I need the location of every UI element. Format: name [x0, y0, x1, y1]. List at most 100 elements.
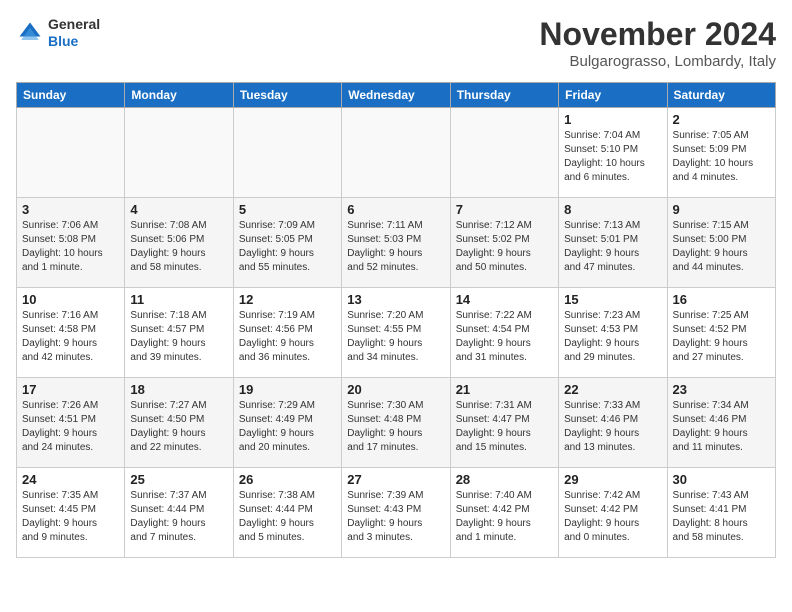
calendar-day-cell: [450, 108, 558, 198]
day-info: Sunrise: 7:25 AM Sunset: 4:52 PM Dayligh…: [673, 309, 770, 365]
calendar-day-cell: 20 Sunrise: 7:30 AM Sunset: 4:48 PM Dayli…: [342, 378, 450, 468]
day-info: Sunrise: 7:35 AM Sunset: 4:45 PM Dayligh…: [22, 489, 119, 545]
calendar-day-cell: 4 Sunrise: 7:08 AM Sunset: 5:06 PM Daylig…: [125, 198, 233, 288]
day-info: Sunrise: 7:34 AM Sunset: 4:46 PM Dayligh…: [673, 399, 770, 455]
calendar-day-cell: 10 Sunrise: 7:16 AM Sunset: 4:58 PM Dayli…: [17, 288, 125, 378]
day-info: Sunrise: 7:38 AM Sunset: 4:44 PM Dayligh…: [239, 489, 336, 545]
weekday-header-saturday: Saturday: [667, 83, 775, 108]
calendar-day-cell: 12Sunrise: 7:19 AM Sunset: 4:56 PM Dayli…: [233, 288, 341, 378]
day-info: Sunrise: 7:29 AM Sunset: 4:49 PM Dayligh…: [239, 399, 336, 455]
day-number: 1: [564, 112, 661, 127]
month-title: November 2024: [539, 16, 776, 53]
calendar-day-cell: 29 Sunrise: 7:42 AM Sunset: 4:42 PM Dayli…: [559, 468, 667, 558]
day-info: Sunrise: 7:15 AM Sunset: 5:00 PM Dayligh…: [673, 219, 770, 275]
day-info: Sunrise: 7:23 AM Sunset: 4:53 PM Dayligh…: [564, 309, 661, 365]
day-info: Sunrise: 7:26 AM Sunset: 4:51 PM Dayligh…: [22, 399, 119, 455]
day-number: 22: [564, 382, 661, 397]
day-info: Sunrise: 7:04 AM Sunset: 5:10 PM Dayligh…: [564, 129, 661, 185]
day-number: 14: [456, 292, 553, 307]
day-info: Sunrise: 7:39 AM Sunset: 4:43 PM Dayligh…: [347, 489, 444, 545]
page-header: General Blue November 2024 Bulgarograsso…: [16, 16, 776, 70]
day-number: 20: [347, 382, 444, 397]
title-area: November 2024 Bulgarograsso, Lombardy, I…: [539, 16, 776, 70]
day-info: Sunrise: 7:05 AM Sunset: 5:09 PM Dayligh…: [673, 129, 770, 185]
calendar-day-cell: 1 Sunrise: 7:04 AM Sunset: 5:10 PM Daylig…: [559, 108, 667, 198]
calendar-day-cell: 3 Sunrise: 7:06 AM Sunset: 5:08 PM Daylig…: [17, 198, 125, 288]
day-info: Sunrise: 7:16 AM Sunset: 4:58 PM Dayligh…: [22, 309, 119, 365]
day-info: Sunrise: 7:20 AM Sunset: 4:55 PM Dayligh…: [347, 309, 444, 365]
logo-text: General Blue: [48, 16, 100, 50]
day-info: Sunrise: 7:43 AM Sunset: 4:41 PM Dayligh…: [673, 489, 770, 545]
calendar-day-cell: 7 Sunrise: 7:12 AM Sunset: 5:02 PM Daylig…: [450, 198, 558, 288]
day-number: 17: [22, 382, 119, 397]
calendar-day-cell: 16 Sunrise: 7:25 AM Sunset: 4:52 PM Dayli…: [667, 288, 775, 378]
day-info: Sunrise: 7:12 AM Sunset: 5:02 PM Dayligh…: [456, 219, 553, 275]
calendar-week-row: 1 Sunrise: 7:04 AM Sunset: 5:10 PM Daylig…: [17, 108, 776, 198]
weekday-header-thursday: Thursday: [450, 83, 558, 108]
calendar-day-cell: 6 Sunrise: 7:11 AM Sunset: 5:03 PM Daylig…: [342, 198, 450, 288]
calendar-day-cell: 30 Sunrise: 7:43 AM Sunset: 4:41 PM Dayli…: [667, 468, 775, 558]
day-number: 8: [564, 202, 661, 217]
day-info: Sunrise: 7:22 AM Sunset: 4:54 PM Dayligh…: [456, 309, 553, 365]
day-info: Sunrise: 7:33 AM Sunset: 4:46 PM Dayligh…: [564, 399, 661, 455]
day-number: 30: [673, 472, 770, 487]
calendar-day-cell: [233, 108, 341, 198]
day-number: 11: [130, 292, 227, 307]
calendar-day-cell: 27Sunrise: 7:39 AM Sunset: 4:43 PM Dayli…: [342, 468, 450, 558]
calendar-day-cell: 24 Sunrise: 7:35 AM Sunset: 4:45 PM Dayli…: [17, 468, 125, 558]
day-number: 13: [347, 292, 444, 307]
day-info: Sunrise: 7:30 AM Sunset: 4:48 PM Dayligh…: [347, 399, 444, 455]
calendar-day-cell: 8Sunrise: 7:13 AM Sunset: 5:01 PM Daylig…: [559, 198, 667, 288]
day-number: 12: [239, 292, 336, 307]
day-number: 15: [564, 292, 661, 307]
day-number: 6: [347, 202, 444, 217]
calendar-day-cell: 5 Sunrise: 7:09 AM Sunset: 5:05 PM Daylig…: [233, 198, 341, 288]
day-number: 4: [130, 202, 227, 217]
logo: General Blue: [16, 16, 100, 50]
calendar-week-row: 10 Sunrise: 7:16 AM Sunset: 4:58 PM Dayli…: [17, 288, 776, 378]
calendar-day-cell: 19 Sunrise: 7:29 AM Sunset: 4:49 PM Dayli…: [233, 378, 341, 468]
calendar-week-row: 3 Sunrise: 7:06 AM Sunset: 5:08 PM Daylig…: [17, 198, 776, 288]
calendar-day-cell: 25Sunrise: 7:37 AM Sunset: 4:44 PM Dayli…: [125, 468, 233, 558]
calendar-day-cell: 17 Sunrise: 7:26 AM Sunset: 4:51 PM Dayli…: [17, 378, 125, 468]
day-info: Sunrise: 7:11 AM Sunset: 5:03 PM Dayligh…: [347, 219, 444, 275]
weekday-header-monday: Monday: [125, 83, 233, 108]
day-info: Sunrise: 7:42 AM Sunset: 4:42 PM Dayligh…: [564, 489, 661, 545]
calendar-day-cell: 26 Sunrise: 7:38 AM Sunset: 4:44 PM Dayli…: [233, 468, 341, 558]
day-number: 28: [456, 472, 553, 487]
day-number: 10: [22, 292, 119, 307]
day-number: 23: [673, 382, 770, 397]
weekday-header-sunday: Sunday: [17, 83, 125, 108]
day-info: Sunrise: 7:27 AM Sunset: 4:50 PM Dayligh…: [130, 399, 227, 455]
calendar-day-cell: 18Sunrise: 7:27 AM Sunset: 4:50 PM Dayli…: [125, 378, 233, 468]
location: Bulgarograsso, Lombardy, Italy: [539, 53, 776, 70]
calendar-day-cell: 28Sunrise: 7:40 AM Sunset: 4:42 PM Dayli…: [450, 468, 558, 558]
day-info: Sunrise: 7:18 AM Sunset: 4:57 PM Dayligh…: [130, 309, 227, 365]
calendar-day-cell: 13 Sunrise: 7:20 AM Sunset: 4:55 PM Dayli…: [342, 288, 450, 378]
day-number: 21: [456, 382, 553, 397]
day-number: 5: [239, 202, 336, 217]
day-number: 16: [673, 292, 770, 307]
weekday-header-row: SundayMondayTuesdayWednesdayThursdayFrid…: [17, 83, 776, 108]
calendar-day-cell: 22 Sunrise: 7:33 AM Sunset: 4:46 PM Dayli…: [559, 378, 667, 468]
day-number: 26: [239, 472, 336, 487]
day-number: 7: [456, 202, 553, 217]
day-number: 24: [22, 472, 119, 487]
day-number: 29: [564, 472, 661, 487]
day-number: 9: [673, 202, 770, 217]
day-info: Sunrise: 7:06 AM Sunset: 5:08 PM Dayligh…: [22, 219, 119, 275]
calendar-table: SundayMondayTuesdayWednesdayThursdayFrid…: [16, 82, 776, 558]
weekday-header-tuesday: Tuesday: [233, 83, 341, 108]
day-number: 19: [239, 382, 336, 397]
calendar-day-cell: [17, 108, 125, 198]
calendar-week-row: 24 Sunrise: 7:35 AM Sunset: 4:45 PM Dayli…: [17, 468, 776, 558]
day-info: Sunrise: 7:31 AM Sunset: 4:47 PM Dayligh…: [456, 399, 553, 455]
calendar-day-cell: 23 Sunrise: 7:34 AM Sunset: 4:46 PM Dayli…: [667, 378, 775, 468]
calendar-day-cell: 14 Sunrise: 7:22 AM Sunset: 4:54 PM Dayli…: [450, 288, 558, 378]
calendar-week-row: 17 Sunrise: 7:26 AM Sunset: 4:51 PM Dayli…: [17, 378, 776, 468]
logo-icon: [16, 19, 44, 47]
day-number: 3: [22, 202, 119, 217]
day-info: Sunrise: 7:09 AM Sunset: 5:05 PM Dayligh…: [239, 219, 336, 275]
day-info: Sunrise: 7:08 AM Sunset: 5:06 PM Dayligh…: [130, 219, 227, 275]
weekday-header-wednesday: Wednesday: [342, 83, 450, 108]
